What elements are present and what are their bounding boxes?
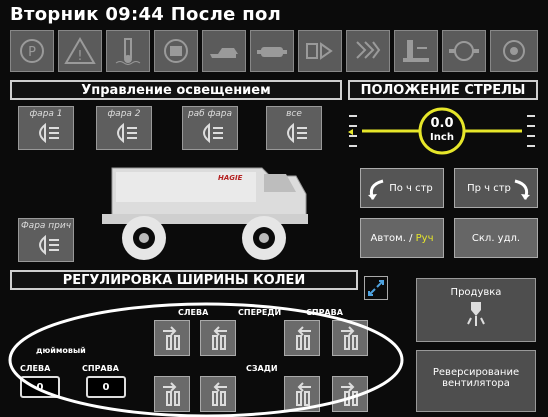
lighting-title: Управление освещением [81, 82, 271, 98]
boom-value: 0.0 [430, 116, 454, 131]
mode-auto-label: Автом. [370, 232, 406, 244]
engine-fault-icon [442, 30, 486, 72]
front-light-1-label: фара 1 [29, 109, 63, 119]
work-light-label: раб фара [187, 109, 233, 119]
all-lights-label: все [286, 109, 302, 119]
front-light-2-label: фара 2 [107, 109, 141, 119]
purge-button[interactable]: Продувка [416, 278, 536, 342]
page-title: Вторник 09:44 После пол [10, 4, 282, 25]
svg-text:!: ! [77, 49, 82, 64]
auto-manual-toggle[interactable]: Автом. / Руч [360, 218, 444, 258]
rear-hitch-light-button[interactable]: Фара прич [18, 218, 74, 262]
boom-fold-left-label: По ч стр [389, 182, 433, 194]
boom-unit: Inch [430, 132, 454, 143]
boom-panel-header: ПОЛОЖЕНИЕ СТРЕЛЫ [348, 80, 538, 100]
headlight-icon [39, 234, 59, 256]
filter-icon [346, 30, 390, 72]
boom-retract-label: Скл. удл. [471, 232, 521, 244]
engine-icon [154, 30, 198, 72]
warning-triangle-icon: ! [58, 30, 102, 72]
track-panel-header: РЕГУЛИРОВКА ШИРИНЫ КОЛЕИ [10, 270, 358, 290]
track-title: РЕГУЛИРОВКА ШИРИНЫ КОЛЕИ [62, 272, 306, 288]
boom-title: ПОЛОЖЕНИЕ СТРЕЛЫ [360, 82, 526, 98]
air-filter-icon [490, 30, 538, 72]
headlight-icon [287, 122, 307, 144]
headlight-icon [117, 122, 137, 144]
hydraulic-pressure-icon [394, 30, 438, 72]
headlight-icon [203, 122, 223, 144]
parking-brake-icon: P [10, 30, 54, 72]
reverse-fan-label-1: Реверсирование [432, 367, 520, 378]
reverse-fan-label-2: вентилятора [442, 378, 510, 389]
curved-arrow-icon [368, 179, 384, 200]
all-lights-button[interactable]: все [266, 106, 322, 150]
boom-position-gauge: 0.0 Inch [346, 104, 538, 156]
front-light-2-button[interactable]: фара 2 [96, 106, 152, 150]
lighting-panel-header: Управление освещением [10, 80, 342, 100]
boom-fold-right-button[interactable]: Пр ч стр [454, 168, 538, 208]
hydraulic-icon [250, 30, 294, 72]
mode-manual-label: Руч [415, 232, 434, 244]
coolant-temp-icon [106, 30, 150, 72]
work-light-button[interactable]: раб фара [182, 106, 238, 150]
oil-pressure-icon [202, 30, 246, 72]
boom-fold-right-label: Пр ч стр [467, 182, 511, 194]
boom-retract-button[interactable]: Скл. удл. [454, 218, 538, 258]
mode-separator: / [409, 232, 413, 244]
front-light-1-button[interactable]: фара 1 [18, 106, 74, 150]
curved-arrow-icon [514, 179, 530, 200]
transmission-icon [298, 30, 342, 72]
boom-fold-left-button[interactable]: По ч стр [360, 168, 444, 208]
reverse-fan-button[interactable]: Реверсирование вентилятора [416, 350, 536, 412]
vehicle-logo: HAGIE [218, 174, 243, 182]
rear-hitch-light-label: Фара прич [20, 221, 72, 231]
svg-text:P: P [28, 45, 36, 60]
headlight-icon [39, 122, 59, 144]
sprayer-vehicle-illustration [102, 167, 308, 260]
purge-label: Продувка [450, 287, 502, 298]
highlight-ellipse [8, 302, 404, 417]
purge-nozzle-icon [467, 302, 485, 326]
